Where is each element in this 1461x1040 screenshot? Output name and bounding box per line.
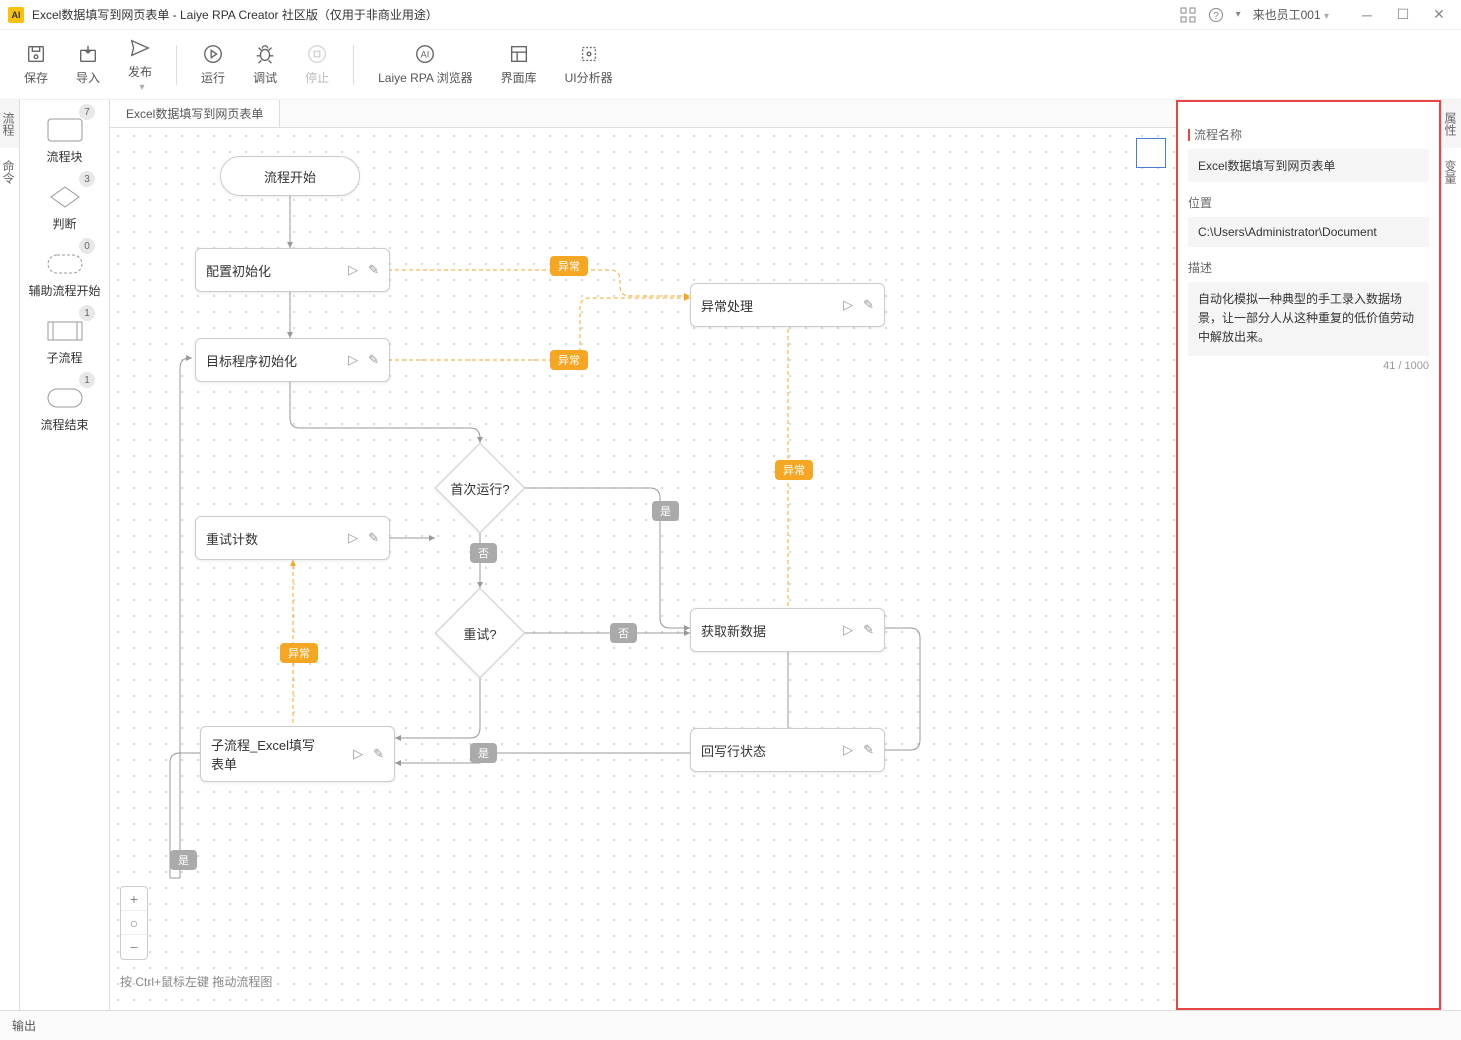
node-target-init[interactable]: 目标程序初始化▷✎ [195,338,390,382]
label-no: 否 [470,543,497,563]
close-button[interactable]: ✕ [1425,5,1453,25]
label-name: 流程名称 [1188,126,1429,143]
palette-end[interactable]: 1 流程结束 [20,376,109,443]
canvas-wrap: Excel数据填写到网页表单 [110,100,1176,1010]
node-subflow-fill[interactable]: 子流程_Excel填写表单▷✎ [200,726,395,782]
tab-properties[interactable]: 属性 [1442,100,1461,148]
debug-button[interactable]: 调试 [241,39,289,90]
palette: 7 流程块 3 判断 0 辅助流程开始 1 子流程 1 流程结束 [20,100,110,1010]
node-config-init[interactable]: 配置初始化▷✎ [195,248,390,292]
flow-canvas[interactable]: 流程开始 配置初始化▷✎ 目标程序初始化▷✎ 首次运行? 重试计数▷✎ 重试? … [110,128,1176,1010]
save-button[interactable]: 保存 [12,39,60,90]
tab-commands[interactable]: 命令 [0,148,19,196]
maximize-button[interactable]: ☐ [1389,5,1417,25]
left-tabs: 流程 命令 [0,100,20,1010]
label-yes: 是 [170,850,197,870]
analyzer-button[interactable]: UI分析器 [553,39,625,90]
node-exception[interactable]: 异常处理▷✎ [690,283,885,327]
edit-icon[interactable]: ✎ [373,746,384,762]
edit-icon[interactable]: ✎ [368,530,379,546]
zoom-out-button[interactable]: − [121,935,147,959]
zoom-in-button[interactable]: + [121,887,147,911]
right-tabs: 属性 变量 [1441,100,1461,1010]
run-button[interactable]: 运行 [189,39,237,90]
palette-block[interactable]: 7 流程块 [20,108,109,175]
play-icon[interactable]: ▷ [353,746,363,762]
label-yes: 是 [470,743,497,763]
minimap[interactable] [1136,138,1166,168]
label-yes: 是 [652,501,679,521]
edit-icon[interactable]: ✎ [368,262,379,278]
output-bar[interactable]: 输出 [0,1010,1461,1040]
tab-flow[interactable]: 流程 [0,100,19,148]
publish-button[interactable]: 发布▾ [116,33,164,97]
palette-decision[interactable]: 3 判断 [20,175,109,242]
canvas-hint: 按 Ctrl+鼠标左键 拖动流程图 [120,973,272,990]
play-icon[interactable]: ▷ [843,742,853,758]
label-exception: 异常 [550,256,588,276]
edit-icon[interactable]: ✎ [863,297,874,313]
user-dropdown[interactable]: 来也员工001 ▾ [1253,6,1329,23]
node-first-run[interactable]: 首次运行? [435,443,525,533]
input-path[interactable]: C:\Users\Administrator\Document [1188,217,1429,247]
app-icon: AI [8,7,24,23]
label-path: 位置 [1188,194,1429,211]
stop-button[interactable]: 停止 [293,39,341,90]
browser-button[interactable]: AILaiye RPA 浏览器 [366,39,484,90]
titlebar: AI Excel数据填写到网页表单 - Laiye RPA Creator 社区… [0,0,1461,30]
tab-variables[interactable]: 变量 [1442,148,1461,196]
toolbar: 保存 导入 发布▾ 运行 调试 停止 AILaiye RPA 浏览器 界面库 U… [0,30,1461,100]
properties-panel: 流程名称 Excel数据填写到网页表单 位置 C:\Users\Administ… [1176,100,1441,1010]
zoom-controls: + ○ − [120,886,148,960]
minimize-button[interactable]: ─ [1353,5,1381,25]
node-get-data[interactable]: 获取新数据▷✎ [690,608,885,652]
play-icon[interactable]: ▷ [348,530,358,546]
apps-icon[interactable] [1180,7,1196,23]
play-icon[interactable]: ▷ [843,297,853,313]
label-exception: 异常 [550,350,588,370]
label-desc: 描述 [1188,259,1429,276]
label-no: 否 [610,623,637,643]
edit-icon[interactable]: ✎ [863,742,874,758]
node-write-status[interactable]: 回写行状态▷✎ [690,728,885,772]
input-desc[interactable]: 自动化模拟一种典型的手工录入数据场景，让一部分人从这种重复的低价值劳动中解放出来… [1188,282,1429,356]
import-button[interactable]: 导入 [64,39,112,90]
main-area: 流程 命令 7 流程块 3 判断 0 辅助流程开始 1 子流程 1 流程结束 [0,100,1461,1010]
palette-substart[interactable]: 0 辅助流程开始 [20,242,109,309]
palette-subflow[interactable]: 1 子流程 [20,309,109,376]
document-tabs: Excel数据填写到网页表单 [110,100,1176,128]
svg-text:AI: AI [421,50,430,60]
help-icon[interactable]: ? [1208,7,1224,23]
uilib-button[interactable]: 界面库 [489,39,549,90]
edit-icon[interactable]: ✎ [368,352,379,368]
input-name[interactable]: Excel数据填写到网页表单 [1188,149,1429,182]
svg-text:?: ? [1213,11,1219,22]
char-count: 41 / 1000 [1188,360,1429,372]
label-exception: 异常 [280,643,318,663]
label-exception: 异常 [775,460,813,480]
play-icon[interactable]: ▷ [843,622,853,638]
zoom-reset-button[interactable]: ○ [121,911,147,935]
node-retry[interactable]: 重试? [435,588,525,678]
edit-icon[interactable]: ✎ [863,622,874,638]
node-start[interactable]: 流程开始 [220,156,360,196]
window-title: Excel数据填写到网页表单 - Laiye RPA Creator 社区版（仅… [32,6,1180,23]
play-icon[interactable]: ▷ [348,352,358,368]
document-tab[interactable]: Excel数据填写到网页表单 [110,100,280,127]
play-icon[interactable]: ▷ [348,262,358,278]
node-retry-count[interactable]: 重试计数▷✎ [195,516,390,560]
